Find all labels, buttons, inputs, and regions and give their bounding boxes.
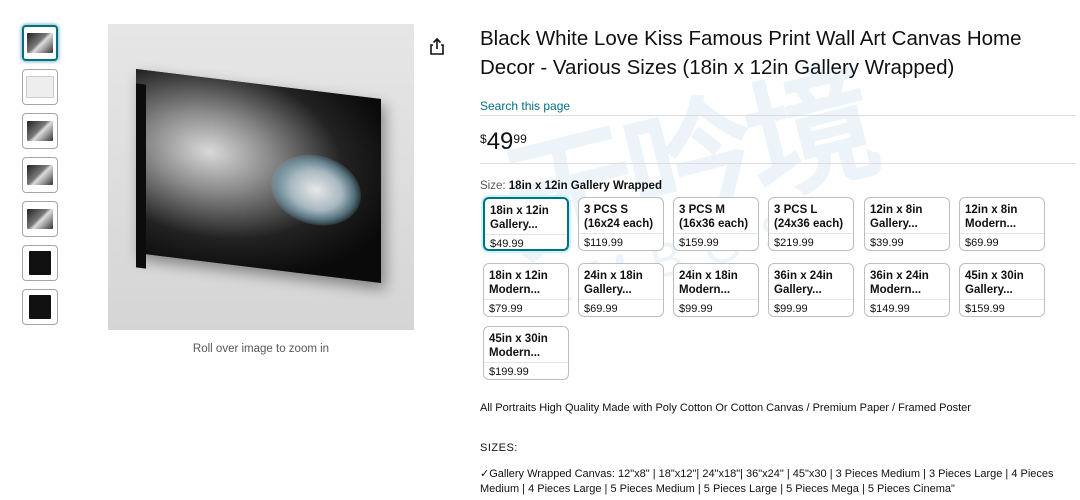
- size-option-price: $69.99: [965, 237, 999, 249]
- size-option[interactable]: 12in x 8in Modern... $69.99: [959, 197, 1045, 251]
- size-option-price: $99.99: [774, 303, 808, 315]
- size-option-price: $49.99: [490, 238, 524, 250]
- thumbnail-2[interactable]: [22, 69, 58, 105]
- size-option[interactable]: 36in x 24in Modern... $149.99: [864, 263, 950, 317]
- search-this-page-link[interactable]: Search this page: [480, 99, 570, 113]
- size-label: Size: 18in x 12in Gallery Wrapped: [480, 180, 662, 192]
- price: $4999: [480, 128, 527, 156]
- share-icon[interactable]: [427, 37, 447, 57]
- size-option-name: 3 PCS L (24x36 each): [774, 204, 844, 230]
- product-description: All Portraits High Quality Made with Pol…: [480, 402, 971, 414]
- thumbnail-6[interactable]: [22, 245, 58, 281]
- size-option-name: 24in x 18in Gallery...: [584, 270, 643, 296]
- size-option-price: $79.99: [489, 303, 523, 315]
- canvas-edge: [136, 83, 146, 269]
- size-option[interactable]: 3 PCS L (24x36 each) $219.99: [768, 197, 854, 251]
- size-option-name: 12in x 8in Modern...: [965, 204, 1018, 230]
- divider: [480, 163, 1076, 164]
- thumbnail-5[interactable]: [22, 201, 58, 237]
- size-option-name: 24in x 18in Modern...: [679, 270, 738, 296]
- size-option-name: 45in x 30in Modern...: [489, 333, 548, 359]
- size-option[interactable]: 45in x 30in Gallery... $159.99: [959, 263, 1045, 317]
- size-option[interactable]: 24in x 18in Gallery... $69.99: [578, 263, 664, 317]
- size-option-price: $39.99: [870, 237, 904, 249]
- size-option[interactable]: 24in x 18in Modern... $99.99: [673, 263, 759, 317]
- price-fraction: 99: [513, 132, 527, 146]
- size-option[interactable]: 45in x 30in Modern... $199.99: [483, 326, 569, 380]
- zoom-hint: Roll over image to zoom in: [192, 343, 330, 355]
- divider: [480, 115, 1076, 116]
- main-product-image[interactable]: [108, 24, 414, 330]
- size-option[interactable]: 36in x 24in Gallery... $99.99: [768, 263, 854, 317]
- size-option-name: 36in x 24in Modern...: [870, 270, 929, 296]
- sizes-text: ✓Gallery Wrapped Canvas: 12"x8" | 18"x12…: [480, 468, 1054, 495]
- size-option-name: 18in x 12in Modern...: [489, 270, 548, 296]
- size-option-name: 45in x 30in Gallery...: [965, 270, 1024, 296]
- size-option[interactable]: 12in x 8in Gallery... $39.99: [864, 197, 950, 251]
- size-option-price: $69.99: [584, 303, 618, 315]
- size-option-name: 3 PCS M (16x36 each): [679, 204, 749, 230]
- size-option-price: $149.99: [870, 303, 910, 315]
- product-title: Black White Love Kiss Famous Print Wall …: [480, 27, 1022, 79]
- thumbnail-4[interactable]: [22, 157, 58, 193]
- size-option-name: 36in x 24in Gallery...: [774, 270, 833, 296]
- thumbnail-3[interactable]: [22, 113, 58, 149]
- thumbnail-strip: [22, 25, 60, 333]
- price-whole: 49: [486, 128, 514, 155]
- thumbnail-1[interactable]: [22, 25, 58, 61]
- sizes-heading: SIZES:: [480, 442, 518, 454]
- size-option[interactable]: 3 PCS M (16x36 each) $159.99: [673, 197, 759, 251]
- size-option[interactable]: 18in x 12in Modern... $79.99: [483, 263, 569, 317]
- size-option-price: $199.99: [489, 366, 529, 378]
- size-option-name: 12in x 8in Gallery...: [870, 204, 923, 230]
- size-option-price: $99.99: [679, 303, 713, 315]
- size-option-price: $159.99: [965, 303, 1005, 315]
- size-option[interactable]: 18in x 12in Gallery... $49.99: [483, 197, 569, 251]
- size-option-name: 18in x 12in Gallery...: [490, 205, 549, 231]
- canvas-artwork: [136, 68, 381, 284]
- size-option-price: $119.99: [584, 237, 623, 249]
- thumbnail-7[interactable]: [22, 289, 58, 325]
- selected-size: 18in x 12in Gallery Wrapped: [508, 180, 662, 192]
- size-option[interactable]: 3 PCS S (16x24 each) $119.99: [578, 197, 664, 251]
- size-option-price: $159.99: [679, 237, 719, 249]
- size-option-price: $219.99: [774, 237, 814, 249]
- size-option-name: 3 PCS S (16x24 each): [584, 204, 654, 230]
- price-symbol: $: [480, 132, 487, 146]
